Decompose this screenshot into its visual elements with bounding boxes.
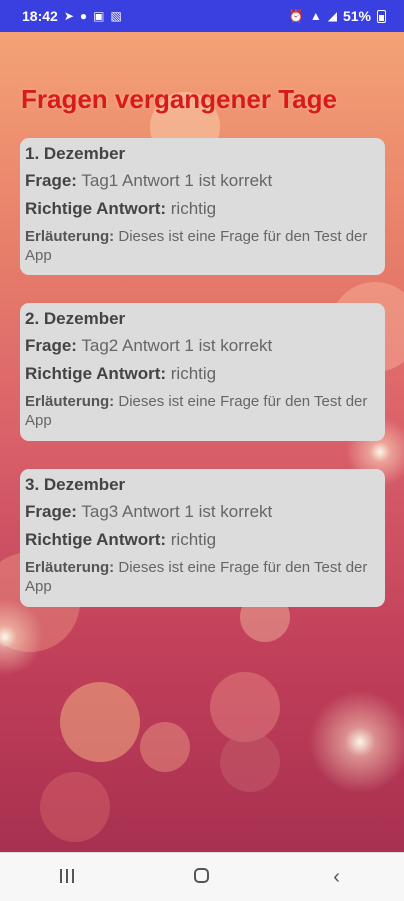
clock-time: 18:42 (22, 8, 58, 24)
back-button[interactable]: ‹ (307, 866, 367, 889)
sparkle-light (300, 682, 404, 802)
question-card: 1. Dezember Frage: Tag1 Antwort 1 ist ko… (20, 138, 385, 275)
question-label: Frage: (25, 502, 77, 521)
back-icon: ‹ (333, 865, 340, 888)
card-answer: Richtige Antwort: richtig (25, 364, 379, 384)
question-text: Tag2 Antwort 1 ist korrekt (81, 336, 273, 355)
bokeh-light (140, 722, 190, 772)
page-title: Fragen vergangener Tage (21, 84, 337, 114)
question-card: 3. Dezember Frage: Tag3 Antwort 1 ist ko… (20, 469, 385, 607)
explanation-label: Erläuterung: (25, 393, 115, 410)
status-bar-left: 18:42 ➤ ● ▣ ▧ (22, 8, 122, 24)
explanation-label: Erläuterung: (25, 228, 115, 245)
answer-label: Richtige Antwort: (25, 364, 167, 383)
card-question: Frage: Tag3 Antwort 1 ist korrekt (25, 502, 379, 522)
bokeh-light (40, 772, 110, 842)
question-label: Frage: (25, 336, 77, 355)
battery-icon (377, 9, 386, 23)
recents-button[interactable] (37, 866, 97, 889)
card-explanation: Erläuterung: Dieses ist eine Frage für d… (25, 227, 379, 265)
card-question: Frage: Tag1 Antwort 1 ist korrekt (25, 171, 379, 191)
card-explanation: Erläuterung: Dieses ist eine Frage für d… (25, 558, 379, 596)
signal-icon: ◢ (327, 9, 337, 23)
bokeh-light (60, 682, 140, 762)
home-button[interactable] (172, 866, 232, 889)
question-label: Frage: (25, 171, 77, 190)
answer-label: Richtige Antwort: (25, 530, 167, 549)
card-answer: Richtige Antwort: richtig (25, 199, 379, 219)
system-navigation-bar: ‹ (0, 852, 404, 901)
home-icon (194, 867, 210, 883)
answer-text: richtig (170, 364, 217, 383)
card-question: Frage: Tag2 Antwort 1 ist korrekt (25, 336, 379, 356)
card-date: 2. Dezember (25, 309, 126, 328)
card-explanation: Erläuterung: Dieses ist eine Frage für d… (25, 392, 379, 430)
instagram-icon: ▣ (93, 9, 105, 23)
question-card: 2. Dezember Frage: Tag2 Antwort 1 ist ko… (20, 303, 385, 441)
recents-icon (60, 868, 75, 883)
question-text: Tag3 Antwort 1 ist korrekt (81, 502, 273, 521)
status-bar-right: ⏰ ▲ ◢ 51% (289, 8, 386, 24)
card-answer: Richtige Antwort: richtig (25, 530, 379, 550)
network-icon: ▲ (309, 9, 322, 23)
explanation-label: Erläuterung: (25, 559, 115, 576)
telegram-icon: ➤ (63, 9, 74, 23)
app-icon: ● (79, 9, 88, 23)
bokeh-light (220, 732, 280, 792)
card-date: 3. Dezember (25, 475, 126, 494)
card-date: 1. Dezember (25, 144, 126, 163)
image-icon: ▧ (110, 9, 122, 23)
battery-percent: 51% (342, 8, 371, 24)
answer-text: richtig (170, 530, 217, 549)
status-bar: 18:42 ➤ ● ▣ ▧ ⏰ ▲ ◢ 51% (0, 0, 404, 32)
question-text: Tag1 Antwort 1 ist korrekt (81, 171, 273, 190)
answer-text: richtig (170, 199, 217, 218)
answer-label: Richtige Antwort: (25, 199, 167, 218)
alarm-icon: ⏰ (288, 9, 304, 23)
